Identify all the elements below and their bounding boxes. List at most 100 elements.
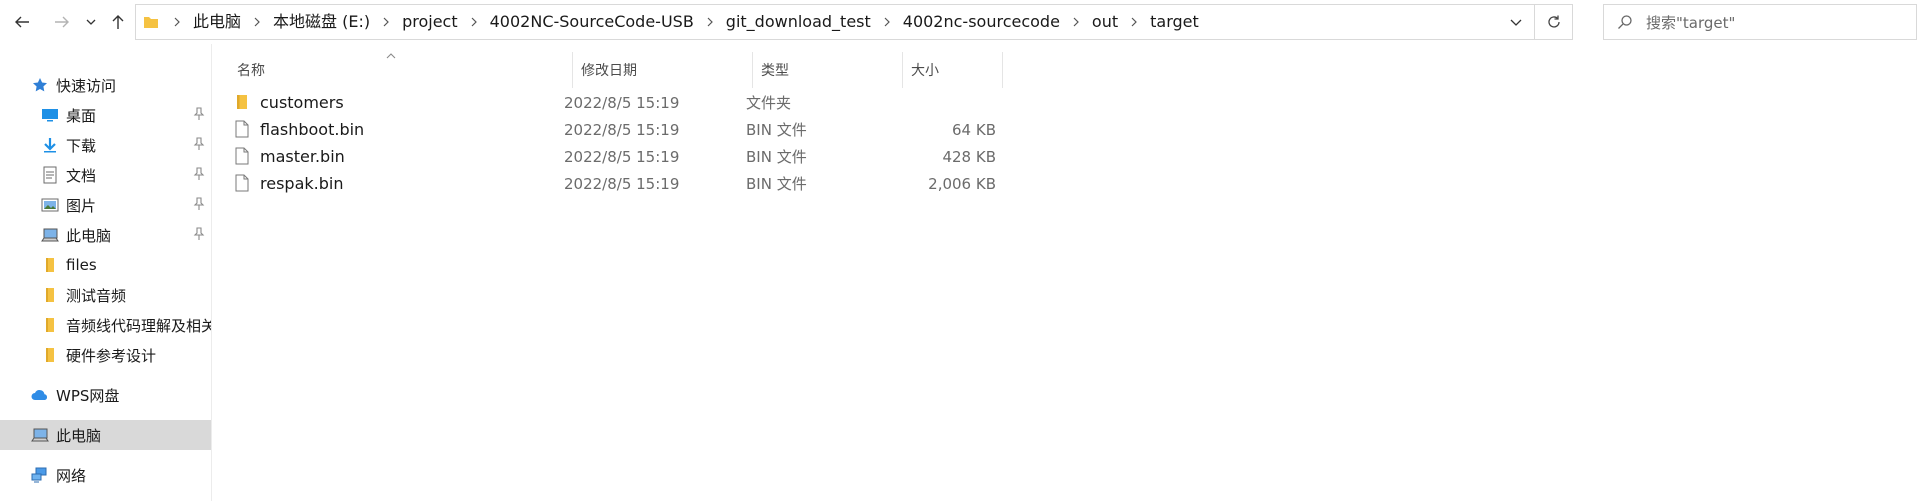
chevron-right-icon[interactable] [246,5,268,39]
sidebar-item-documents[interactable]: 文档 [0,160,211,190]
sidebar-item-label: files [66,256,97,274]
pin-icon[interactable] [193,227,205,245]
chevron-down-icon [1510,19,1522,26]
column-header-modified[interactable]: 修改日期 [573,52,753,88]
recent-locations-button[interactable] [80,8,102,36]
file-size [896,89,996,116]
arrow-left-icon [15,16,29,28]
sidebar-item-label: WPS网盘 [56,386,120,405]
file-icon [233,120,251,142]
file-name: respak.bin [260,174,344,193]
pin-icon[interactable] [193,167,205,185]
file-type: 文件夹 [746,94,792,112]
sidebar-item-label: 文档 [66,166,97,185]
folder-icon [233,93,251,115]
sidebar-item-hardware-design[interactable]: 硬件参考设计 [0,340,211,370]
sidebar-item-pictures[interactable]: 图片 [0,190,211,220]
folder-icon [136,5,166,39]
breadcrumb-this-pc[interactable]: 此电脑 [188,5,246,39]
breadcrumb-4002nc-sourcecode[interactable]: 4002nc-sourcecode [898,5,1065,39]
pin-icon[interactable] [193,197,205,215]
sidebar-item-label: 硬件参考设计 [66,346,157,365]
sidebar-item-label: 此电脑 [66,226,112,245]
file-name: master.bin [260,147,345,166]
file-size: 64 KB [952,120,996,139]
file-size: 2,006 KB [928,174,996,193]
file-type: BIN 文件 [746,175,807,193]
refresh-icon [1547,15,1560,28]
sidebar-item-wps-cloud[interactable]: WPS网盘 [0,380,211,410]
list-item[interactable]: respak.bin 2022/8/5 15:19 BIN 文件 2,006 K… [233,170,1033,197]
sidebar-item-desktop[interactable]: 桌面 [0,100,211,130]
chevron-right-icon[interactable] [1123,5,1145,39]
sidebar-item-this-pc-pinned[interactable]: 此电脑 [0,220,211,250]
chevron-right-icon[interactable] [1065,5,1087,39]
file-modified: 2022/8/5 15:19 [564,120,680,139]
chevron-right-icon[interactable] [166,5,188,39]
sidebar-item-test-audio[interactable]: 测试音频 [0,280,211,310]
sidebar-item-audio-code[interactable]: 音频线代码理解及相关 [0,310,211,340]
file-modified: 2022/8/5 15:19 [564,93,680,112]
file-icon [233,147,251,169]
star-icon [30,75,50,95]
sidebar-item-this-pc[interactable]: 此电脑 [0,420,211,450]
chevron-right-icon[interactable] [699,5,721,39]
breadcrumb-git-download-test[interactable]: git_download_test [721,5,876,39]
computer-icon [40,225,60,245]
column-header-name[interactable]: 名称 [229,52,573,88]
column-header-size[interactable]: 大小 [903,52,1003,88]
network-icon [30,465,50,485]
toolbar: 此电脑 本地磁盘 (E:) project 4002NC-SourceCode-… [0,0,1920,44]
sidebar-item-quick-access[interactable]: 快速访问 [0,70,211,100]
file-type: BIN 文件 [746,148,807,166]
arrow-right-icon [55,16,69,28]
sidebar-item-label: 此电脑 [56,426,102,445]
chevron-right-icon[interactable] [876,5,898,39]
up-button[interactable] [104,8,132,36]
forward-button[interactable] [48,8,76,36]
folder-icon [40,285,60,305]
search-icon [1604,14,1646,30]
document-icon [40,165,60,185]
sidebar-item-downloads[interactable]: 下载 [0,130,211,160]
column-header-type[interactable]: 类型 [753,52,903,88]
breadcrumb-sourcecode-usb[interactable]: 4002NC-SourceCode-USB [485,5,699,39]
desktop-icon [40,105,60,125]
breadcrumb: 此电脑 本地磁盘 (E:) project 4002NC-SourceCode-… [166,5,1204,39]
cloud-icon [30,385,50,405]
chevron-right-icon[interactable] [463,5,485,39]
file-icon [233,174,251,196]
list-item[interactable]: flashboot.bin 2022/8/5 15:19 BIN 文件 64 K… [233,116,1033,143]
file-type: BIN 文件 [746,121,807,139]
back-button[interactable] [8,8,36,36]
breadcrumb-local-disk[interactable]: 本地磁盘 (E:) [268,5,375,39]
file-name: customers [260,93,344,112]
arrow-up-icon [112,15,124,29]
pin-icon[interactable] [193,107,205,125]
refresh-button[interactable] [1535,4,1573,40]
pin-icon[interactable] [193,137,205,155]
sidebar-item-network[interactable]: 网络 [0,460,211,490]
folder-icon [40,345,60,365]
computer-icon [30,425,50,445]
file-list: 名称 修改日期 类型 大小 customers 2022/8/5 15:19 文… [213,44,1920,501]
sidebar-item-label: 网络 [56,466,87,485]
list-item[interactable]: customers 2022/8/5 15:19 文件夹 [233,89,1033,116]
picture-icon [40,195,60,215]
sidebar-item-files[interactable]: files [0,250,211,280]
sidebar-item-label: 桌面 [66,106,97,125]
search-placeholder: 搜索"target" [1646,13,1736,32]
breadcrumb-target[interactable]: target [1145,5,1204,39]
file-modified: 2022/8/5 15:19 [564,174,680,193]
breadcrumb-project[interactable]: project [397,5,463,39]
list-item[interactable]: master.bin 2022/8/5 15:19 BIN 文件 428 KB [233,143,1033,170]
breadcrumb-out[interactable]: out [1087,5,1123,39]
download-icon [40,135,60,155]
chevron-right-icon[interactable] [375,5,397,39]
chevron-down-icon [86,19,96,25]
search-input[interactable]: 搜索"target" [1603,4,1917,40]
address-bar[interactable]: 此电脑 本地磁盘 (E:) project 4002NC-SourceCode-… [135,4,1535,40]
folder-icon [40,315,60,335]
sidebar-item-label: 快速访问 [56,76,117,95]
address-history-button[interactable] [1498,5,1534,39]
